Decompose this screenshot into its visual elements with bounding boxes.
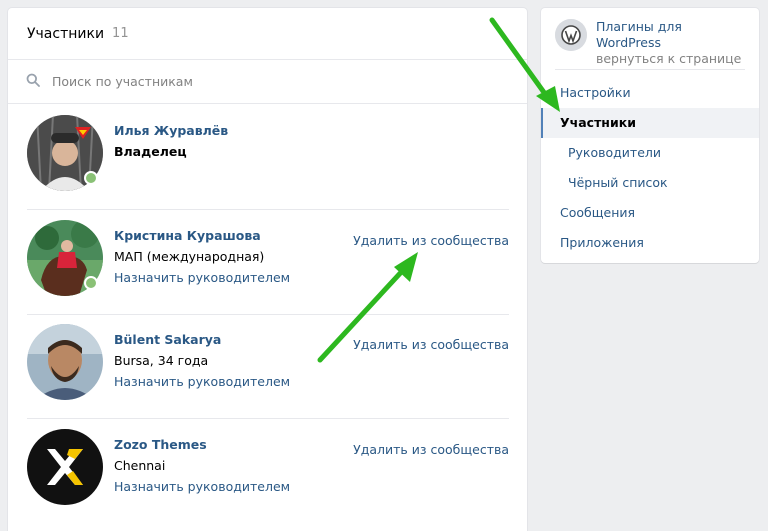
menu-item-managers[interactable]: Руководители — [541, 138, 759, 168]
assign-manager-link[interactable]: Назначить руководителем — [114, 479, 290, 494]
avatar[interactable] — [27, 429, 103, 505]
search-bar[interactable] — [8, 60, 527, 104]
community-header[interactable]: Плагины для WordPress вернуться к страни… — [555, 8, 745, 70]
member-subtitle: Bursa, 34 года — [114, 353, 209, 368]
panel-header: Участники 11 — [8, 8, 527, 60]
settings-menu: Настройки Участники Руководители Чёрный … — [541, 78, 759, 258]
remove-from-community-link[interactable]: Удалить из сообщества — [353, 442, 509, 457]
search-icon — [26, 73, 40, 90]
member-name[interactable]: Кристина Курашова — [114, 228, 290, 243]
member-row: Илья Журавлёв Владелец — [27, 105, 509, 210]
member-row: Bülent Sakarya Bursa, 34 года Назначить … — [27, 314, 509, 419]
online-indicator — [84, 171, 98, 185]
remove-from-community-link[interactable]: Удалить из сообщества — [353, 337, 509, 352]
member-count: 11 — [112, 26, 129, 41]
menu-item-settings[interactable]: Настройки — [541, 78, 759, 108]
menu-item-members[interactable]: Участники — [541, 108, 759, 138]
member-name[interactable]: Bülent Sakarya — [114, 332, 290, 347]
community-sidebar: Плагины для WordPress вернуться к страни… — [541, 8, 759, 263]
member-role: Владелец — [114, 144, 187, 159]
member-row: Zozo Themes Chennai Назначить руководите… — [27, 419, 509, 524]
member-row: Кристина Курашова МАП (международная) На… — [27, 210, 509, 315]
page-title: Участники — [27, 25, 105, 42]
member-name[interactable]: Zozo Themes — [114, 437, 290, 452]
assign-manager-link[interactable]: Назначить руководителем — [114, 270, 290, 285]
back-to-page-link[interactable]: вернуться к странице — [596, 51, 745, 67]
avatar[interactable] — [27, 324, 103, 400]
members-panel: Участники 11 Илья Журавлёв Владелец — [8, 8, 527, 531]
community-name[interactable]: Плагины для WordPress — [596, 19, 745, 51]
member-subtitle: Chennai — [114, 458, 166, 473]
wordpress-logo-icon — [555, 19, 587, 51]
menu-item-blacklist[interactable]: Чёрный список — [541, 168, 759, 198]
search-input[interactable] — [52, 74, 452, 89]
member-name[interactable]: Илья Журавлёв — [114, 123, 228, 138]
member-subtitle: МАП (международная) — [114, 249, 265, 264]
menu-item-messages[interactable]: Сообщения — [541, 198, 759, 228]
remove-from-community-link[interactable]: Удалить из сообщества — [353, 233, 509, 248]
online-indicator — [84, 276, 98, 290]
assign-manager-link[interactable]: Назначить руководителем — [114, 374, 290, 389]
menu-item-apps[interactable]: Приложения — [541, 228, 759, 258]
